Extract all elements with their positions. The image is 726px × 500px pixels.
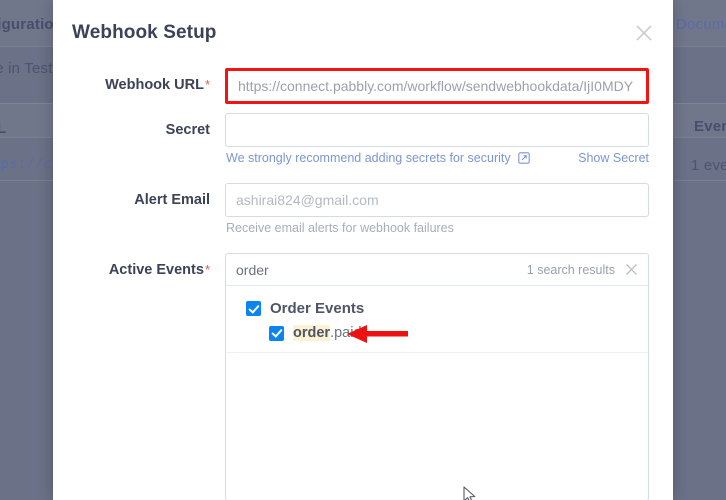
event-item-label: order.paid (293, 325, 362, 341)
webhook-url-label: Webhook URL* (53, 77, 210, 93)
event-item-row[interactable]: order.paid (226, 321, 648, 345)
external-link-icon (518, 152, 530, 167)
webhook-url-input[interactable] (225, 68, 649, 104)
screen: figuration re in Test L tps://c Documer … (0, 0, 726, 500)
webhook-setup-modal: Webhook Setup Webhook URL* Secret (53, 0, 673, 500)
event-item-label-match: order (293, 325, 331, 341)
bg-text-events-heading: Even (694, 118, 726, 135)
secret-recommendation-text: We strongly recommend adding secrets for… (226, 151, 511, 165)
clear-search-icon[interactable] (625, 263, 648, 276)
bg-text-event-count: 1 eve (691, 157, 726, 174)
alert-email-helper-text: Receive email alerts for webhook failure… (226, 221, 454, 235)
event-item-label-rest: .paid (330, 325, 362, 341)
secret-recommendation-link[interactable]: We strongly recommend adding secrets for… (226, 151, 530, 167)
secret-input-wrap: We strongly recommend adding secrets for… (225, 113, 649, 165)
close-icon[interactable] (633, 22, 655, 44)
list-divider (226, 352, 648, 353)
bg-text-url-value: tps://c (0, 157, 53, 173)
webhook-url-input-wrap (225, 68, 649, 104)
bg-text-more-in-test: re in Test (0, 60, 53, 77)
event-group-label: Order Events (270, 300, 365, 317)
alert-email-label: Alert Email (53, 192, 210, 208)
event-group-checkbox[interactable] (246, 301, 261, 316)
bg-text-url-heading: L (0, 120, 7, 137)
secret-input[interactable] (225, 113, 649, 147)
active-events-label: Active Events* (53, 262, 210, 278)
search-results-count: 1 search results (526, 262, 615, 277)
events-search-input[interactable]: order (226, 262, 527, 278)
events-list-panel: Order Events order.paid (225, 286, 649, 500)
bg-text-documentation-link[interactable]: Documer (676, 16, 726, 33)
alert-email-label-text: Alert Email (134, 192, 210, 208)
modal-header: Webhook Setup (53, 0, 673, 60)
page-title: Webhook Setup (72, 22, 217, 43)
events-search-box[interactable]: order 1 search results (225, 253, 649, 286)
secret-label-text: Secret (165, 122, 210, 138)
active-events-wrap: order 1 search results Order Events orde… (225, 253, 649, 500)
webhook-url-label-text: Webhook URL (105, 77, 204, 93)
event-group-row[interactable]: Order Events (226, 296, 648, 321)
active-events-label-text: Active Events (108, 262, 204, 278)
secret-label: Secret (53, 122, 210, 138)
required-asterisk: * (204, 77, 210, 92)
show-secret-button[interactable]: Show Secret (578, 151, 649, 165)
alert-email-input-wrap: Receive email alerts for webhook failure… (225, 183, 649, 235)
required-asterisk: * (204, 262, 210, 277)
event-item-checkbox[interactable] (269, 325, 284, 341)
alert-email-input[interactable] (225, 183, 649, 217)
